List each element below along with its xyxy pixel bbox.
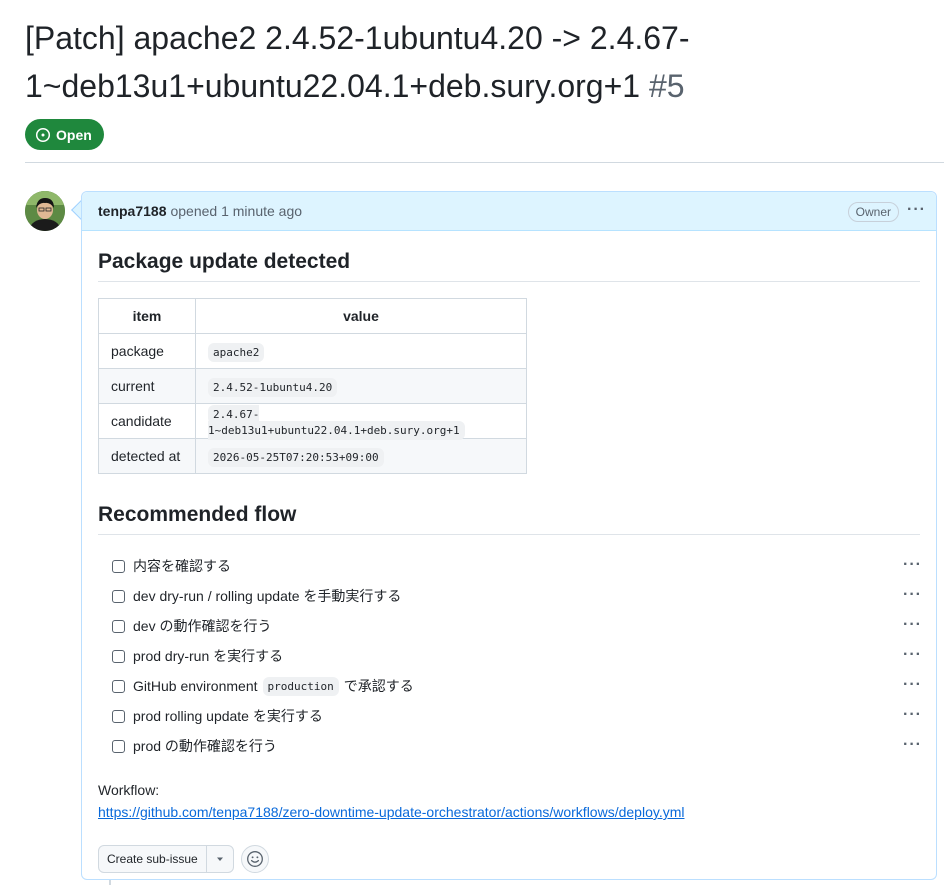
table-row: detected at 2026-05-25T07:20:53+09:00: [98, 438, 527, 474]
task-checkbox[interactable]: [112, 619, 125, 633]
avatar[interactable]: [25, 191, 65, 231]
task-options-icon[interactable]: ···: [903, 646, 922, 664]
task-item: dev dry-run / rolling update を手動実行する ···: [98, 581, 922, 611]
heading-package-update: Package update detected: [98, 247, 920, 282]
create-sub-issue-button[interactable]: Create sub-issue: [99, 846, 207, 872]
heading-recommended-flow: Recommended flow: [98, 500, 920, 535]
issue-state-label: Open: [56, 126, 92, 143]
issue-number: #5: [648, 68, 685, 104]
task-item: prod dry-run を実行する ···: [98, 641, 922, 671]
comment-actions: Create sub-issue: [98, 845, 920, 873]
create-sub-issue-dropdown[interactable]: [207, 846, 233, 872]
table-cell-value: apache2: [195, 333, 527, 369]
task-checkbox[interactable]: [112, 709, 125, 723]
task-label: prod dry-run を実行する: [133, 648, 284, 664]
table-cell-value: 2026-05-25T07:20:53+09:00: [195, 438, 527, 474]
task-checkbox[interactable]: [112, 589, 125, 603]
task-options-icon[interactable]: ···: [903, 706, 922, 724]
task-item: prod の動作確認を行う ···: [98, 731, 922, 761]
comment-options-icon[interactable]: ···: [907, 200, 926, 220]
header-divider: [25, 162, 944, 163]
task-options-icon[interactable]: ···: [903, 616, 922, 634]
task-checkbox[interactable]: [112, 649, 125, 663]
issue-title: [Patch] apache2 2.4.52-1ubuntu4.20 -> 2.…: [25, 14, 715, 110]
code-value: 2.4.52-1ubuntu4.20: [208, 378, 338, 397]
task-list: 内容を確認する ··· dev dry-run / rolling update…: [98, 551, 922, 761]
table-row: package apache2: [98, 333, 527, 369]
task-label: dev の動作確認を行う: [133, 618, 272, 634]
avatar-image: [25, 191, 65, 231]
table-cell-item: package: [98, 333, 196, 369]
comment-author[interactable]: tenpa7188: [98, 203, 166, 219]
table-row: candidate 2.4.67-1~deb13u1+ubuntu22.04.1…: [98, 403, 527, 440]
issue-opened-icon: [35, 127, 51, 142]
task-checkbox[interactable]: [112, 559, 125, 573]
task-label: dev dry-run / rolling update を手動実行する: [133, 588, 402, 604]
comment-header: tenpa7188 opened 1 minute ago Owner ···: [82, 192, 936, 231]
triangle-down-icon: [216, 857, 223, 861]
workflow-link[interactable]: https://github.com/tenpa7188/zero-downti…: [98, 804, 684, 820]
table-header-value: value: [195, 298, 527, 334]
comment-meta[interactable]: opened 1 minute ago: [170, 203, 302, 219]
task-label: 内容を確認する: [133, 558, 231, 574]
comment-body: Package update detected item value packa…: [82, 231, 936, 873]
task-label: prod の動作確認を行う: [133, 738, 277, 754]
smiley-icon: [246, 851, 263, 867]
code-value: 2.4.67-1~deb13u1+ubuntu22.04.1+deb.sury.…: [208, 405, 465, 440]
table-cell-value: 2.4.67-1~deb13u1+ubuntu22.04.1+deb.sury.…: [195, 403, 527, 440]
task-options-icon[interactable]: ···: [903, 736, 922, 754]
task-code: production: [262, 676, 339, 696]
table-cell-item: candidate: [98, 403, 196, 439]
table-header-row: item value: [98, 298, 527, 334]
issue-state-badge: Open: [25, 119, 104, 150]
task-checkbox[interactable]: [112, 679, 125, 693]
task-options-icon[interactable]: ···: [903, 676, 922, 694]
task-options-icon[interactable]: ···: [903, 586, 922, 604]
table-cell-item: current: [98, 368, 196, 404]
timeline-line: [109, 880, 111, 885]
table-header-item: item: [98, 298, 196, 334]
owner-badge: Owner: [847, 202, 899, 222]
task-item: dev の動作確認を行う ···: [98, 611, 922, 641]
workflow-section: Workflow: https://github.com/tenpa7188/z…: [98, 779, 920, 823]
table-cell-item: detected at: [98, 438, 196, 474]
task-label: prod rolling update を実行する: [133, 708, 323, 724]
create-sub-issue-group: Create sub-issue: [98, 845, 234, 873]
code-value: 2026-05-25T07:20:53+09:00: [208, 448, 384, 467]
add-reaction-button[interactable]: [240, 845, 269, 873]
task-item: prod rolling update を実行する ···: [98, 701, 922, 731]
workflow-label: Workflow:: [98, 782, 160, 798]
task-item: 内容を確認する ···: [98, 551, 922, 581]
issue-comment: tenpa7188 opened 1 minute ago Owner ··· …: [81, 191, 937, 880]
task-item: GitHub environment production で承認する ···: [98, 671, 922, 701]
task-label-post: で承認する: [343, 678, 414, 694]
table-cell-value: 2.4.52-1ubuntu4.20: [195, 368, 527, 404]
task-label-pre: GitHub environment: [133, 678, 258, 694]
package-table: item value package apache2 current 2.4.5…: [98, 298, 527, 474]
table-row: current 2.4.52-1ubuntu4.20: [98, 368, 527, 404]
issue-title-text: [Patch] apache2 2.4.52-1ubuntu4.20 -> 2.…: [25, 20, 690, 104]
code-value: apache2: [208, 343, 265, 362]
task-checkbox[interactable]: [112, 739, 125, 753]
task-options-icon[interactable]: ···: [903, 556, 922, 574]
